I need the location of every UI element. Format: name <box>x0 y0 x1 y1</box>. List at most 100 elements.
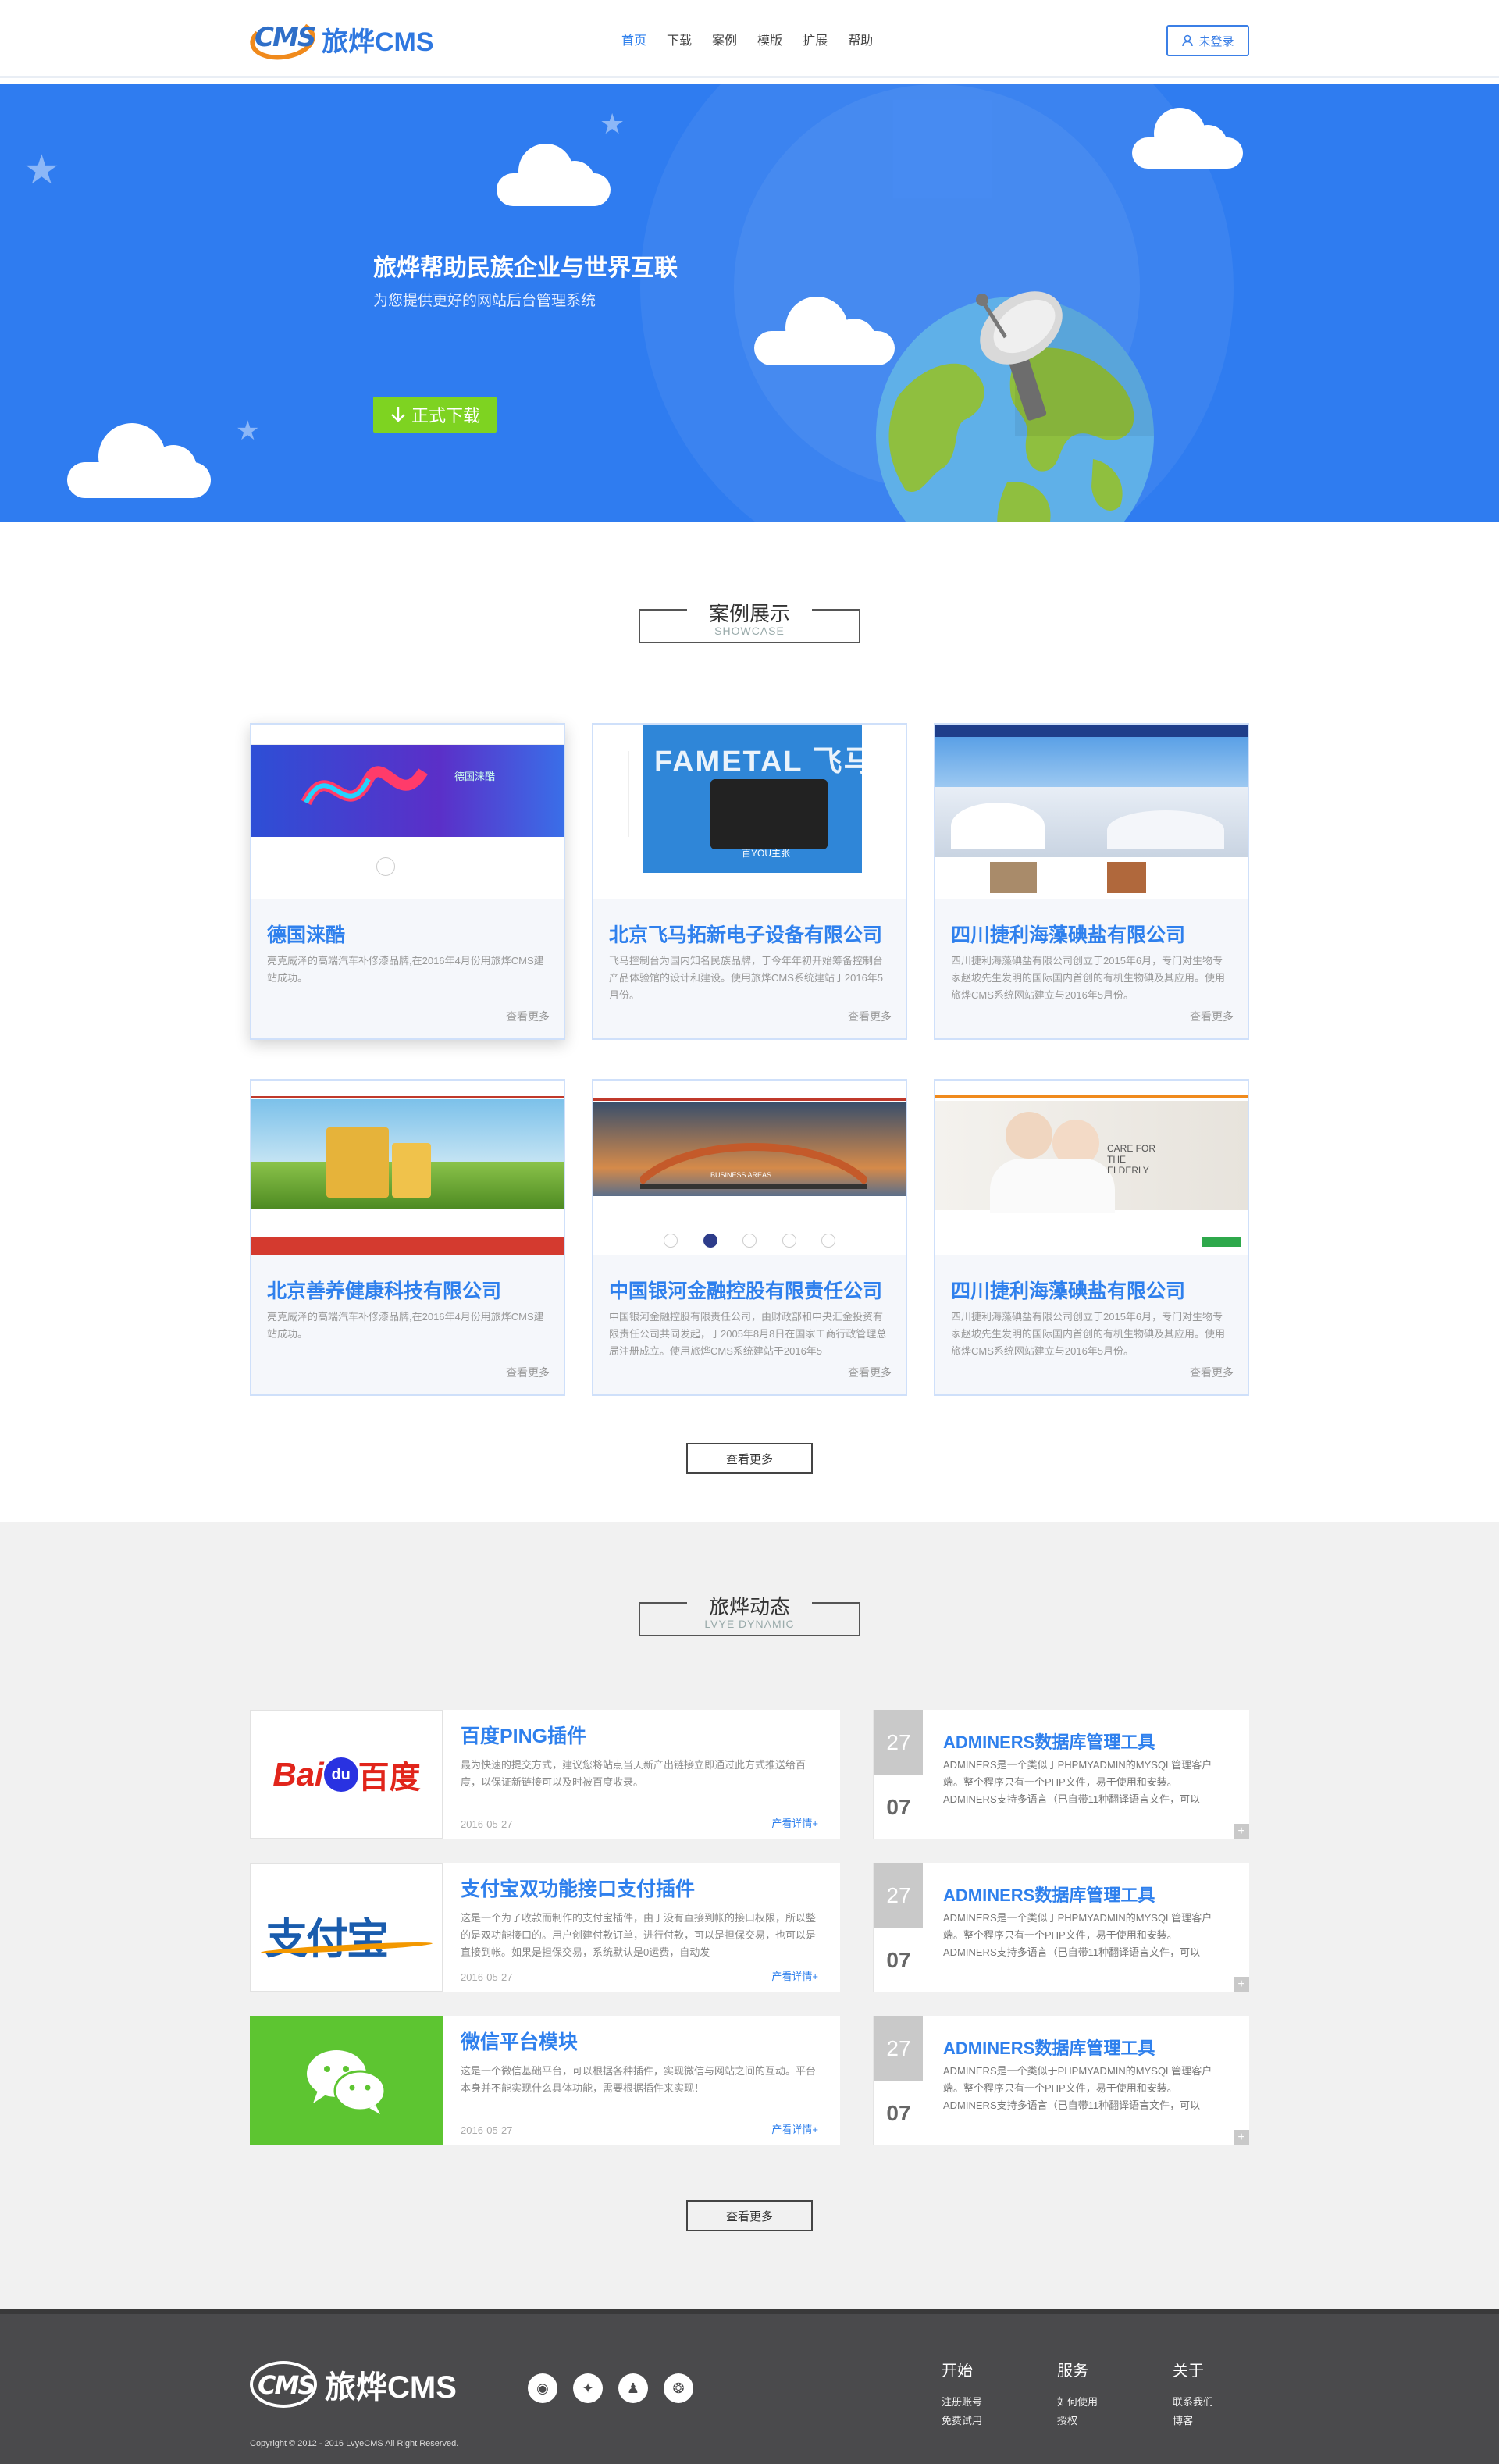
plugin-item[interactable]: 支付宝 支付宝双功能接口支付插件 这是一个为了收款而制作的支付宝插件，由于没有直… <box>250 1863 840 1992</box>
qq-icon[interactable]: ♟ <box>618 2373 648 2403</box>
footer-logo-text: 旅烨CMS <box>325 2370 457 2405</box>
showcase-more-button[interactable]: 查看更多 <box>686 1443 813 1474</box>
case-name: 中国银河金融控股有限责任公司 <box>609 1280 883 1302</box>
hero-banner: ★ ★ ★ 旅烨帮助民族企业与世界互联 为您提供更好的网站后台管理系统 正式下载 <box>0 84 1499 522</box>
site-footer: CMS 旅烨CMS ◉ ✦ ♟ ❂ 开始 注册账号 免费试用 服务 如何使用 授… <box>0 2309 1499 2464</box>
footer-link[interactable]: 授权 <box>1057 2412 1098 2430</box>
footer-col-heading: 关于 <box>1173 2363 1205 2380</box>
social-links: ◉ ✦ ♟ ❂ <box>528 2373 693 2403</box>
case-more-link[interactable]: 查看更多 <box>506 1365 550 1380</box>
news-desc: ADMINERS是一个类似于PHPMYADMIN的MYSQL管理客户端。整个程序… <box>943 2065 1212 2111</box>
dynamic-more-button[interactable]: 查看更多 <box>686 2200 813 2231</box>
cloud-icon <box>1132 105 1243 169</box>
case-screenshot: CARE FOR THE ELDERLY <box>935 1081 1248 1255</box>
nav-home[interactable]: 首页 <box>621 30 646 48</box>
case-card[interactable]: 德国涞酷 德国涞酷 亮克威泽的高端汽车补修漆品牌,在2016年4月份用旅烨CMS… <box>250 723 565 1040</box>
wechat-icon[interactable]: ✦ <box>573 2373 603 2403</box>
dynamic-section: 旅烨动态 LVYE DYNAMIC Bai du 百度 百度PING插件 最为快… <box>0 1522 1499 2309</box>
plugin-title[interactable]: 微信平台模块 <box>461 2027 820 2055</box>
news-date: 27 07 <box>874 1710 923 1839</box>
plugin-detail-link[interactable]: 产看详情+ <box>771 1968 818 1983</box>
plugin-detail-link[interactable]: 产看详情+ <box>771 1815 818 1830</box>
news-item[interactable]: 27 07 ADMINERS数据库管理工具 ADMINERS是一个类似于PHPM… <box>873 1710 1249 1839</box>
download-arrow-icon <box>391 407 405 422</box>
case-more-link[interactable]: 查看更多 <box>1190 1009 1234 1024</box>
case-desc: 亮克威泽的高端汽车补修漆品牌,在2016年4月份用旅烨CMS建站成功。 <box>267 1311 544 1340</box>
footer-col-about: 关于 联系我们 博客 <box>1173 2358 1213 2430</box>
wechat-logo <box>250 2016 443 2145</box>
footer-link[interactable]: 博客 <box>1173 2412 1213 2430</box>
news-date: 27 07 <box>874 2016 923 2145</box>
plugin-title[interactable]: 百度PING插件 <box>461 1721 820 1749</box>
nav-cases[interactable]: 案例 <box>712 30 737 48</box>
plus-icon[interactable]: + <box>1234 2130 1249 2145</box>
nav-extensions[interactable]: 扩展 <box>803 30 828 48</box>
login-button[interactable]: 未登录 <box>1166 25 1249 56</box>
site-logo[interactable]: CMS 旅烨CMS <box>247 16 434 64</box>
plus-icon[interactable]: + <box>1234 1824 1249 1839</box>
footer-col-start: 开始 注册账号 免费试用 <box>942 2358 982 2430</box>
case-desc: 亮克威泽的高端汽车补修漆品牌,在2016年4月份用旅烨CMS建站成功。 <box>267 955 544 984</box>
showcase-section: 案例展示 SHOWCASE 德国涞酷 德国涞酷 亮克威泽的高端汽车补修漆品牌,在… <box>0 522 1499 1522</box>
case-desc: 中国银河金融控股有限责任公司，由财政部和中央汇金投资有限责任公司共同发起，于20… <box>609 1311 887 1357</box>
footer-link[interactable]: 如何使用 <box>1057 2393 1098 2412</box>
nav-help[interactable]: 帮助 <box>848 30 873 48</box>
case-desc: 四川捷利海藻碘盐有限公司创立于2015年6月，专门对生物专家赵坡先生发明的国际国… <box>951 1311 1226 1357</box>
showcase-title-cn: 案例展示 <box>708 602 790 625</box>
main-nav: 首页 下载 案例 模版 扩展 帮助 <box>621 30 873 48</box>
case-card[interactable]: CARE FOR THE ELDERLY 四川捷利海藻碘盐有限公司 四川捷利海藻… <box>934 1079 1249 1396</box>
news-item[interactable]: 27 07 ADMINERS数据库管理工具 ADMINERS是一个类似于PHPM… <box>873 1863 1249 1992</box>
news-title[interactable]: ADMINERS数据库管理工具 <box>943 1729 1155 1754</box>
wechat-icon <box>307 2050 386 2114</box>
case-more-link[interactable]: 查看更多 <box>848 1009 892 1024</box>
star-icon: ★ <box>23 148 60 193</box>
news-item[interactable]: 27 07 ADMINERS数据库管理工具 ADMINERS是一个类似于PHPM… <box>873 2016 1249 2145</box>
plugin-desc: 最为快速的提交方式，建议您将站点当天新产出链接立即通过此方式推送给百度，以保证新… <box>461 1759 806 1788</box>
nav-templates[interactable]: 模版 <box>757 30 782 48</box>
footer-links: 开始 注册账号 免费试用 服务 如何使用 授权 关于 联系我们 博客 <box>942 2358 1213 2430</box>
login-label: 未登录 <box>1198 34 1234 48</box>
footer-col-heading: 开始 <box>942 2363 973 2380</box>
plugin-desc: 这是一个为了收款而制作的支付宝插件，由于没有直接到帐的接口权限，所以整的是双功能… <box>461 1912 817 1958</box>
copyright: Copyright © 2012 - 2016 LvyeCMS All Righ… <box>250 2439 459 2448</box>
news-title[interactable]: ADMINERS数据库管理工具 <box>943 1882 1155 1907</box>
case-name: 北京善养健康科技有限公司 <box>267 1280 502 1302</box>
case-card[interactable]: FAMETAL 飞马 百YOU主张 北京飞马拓新电子设备有限公司 飞马控制台为国… <box>592 723 907 1040</box>
share-icon[interactable]: ❂ <box>664 2373 693 2403</box>
footer-col-service: 服务 如何使用 授权 <box>1057 2358 1098 2430</box>
case-more-link[interactable]: 查看更多 <box>848 1365 892 1380</box>
case-screenshot: 德国涞酷 <box>251 725 564 899</box>
footer-link[interactable]: 联系我们 <box>1173 2393 1213 2412</box>
plugin-title[interactable]: 支付宝双功能接口支付插件 <box>461 1874 820 1902</box>
news-desc: ADMINERS是一个类似于PHPMYADMIN的MYSQL管理客户端。整个程序… <box>943 1759 1212 1805</box>
plugin-item[interactable]: Bai du 百度 百度PING插件 最为快速的提交方式，建议您将站点当天新产出… <box>250 1710 840 1839</box>
case-more-link[interactable]: 查看更多 <box>506 1009 550 1024</box>
footer-link[interactable]: 免费试用 <box>942 2412 982 2430</box>
dynamic-title-en: LVYE DYNAMIC <box>704 1618 795 1630</box>
footer-link[interactable]: 注册账号 <box>942 2393 982 2412</box>
download-label: 正式下载 <box>411 406 480 426</box>
cloud-icon <box>67 418 211 500</box>
weibo-icon[interactable]: ◉ <box>528 2373 557 2403</box>
star-icon: ★ <box>236 416 260 446</box>
site-header: CMS 旅烨CMS 首页 下载 案例 模版 扩展 帮助 未登录 <box>0 0 1499 78</box>
case-card[interactable]: BUSINESS AREAS 中国银河金融控股有限责任公司 中国银河金融控股有限… <box>592 1079 907 1396</box>
dynamic-title: 旅烨动态 LVYE DYNAMIC <box>639 1595 860 1636</box>
case-name: 德国涞酷 <box>267 924 346 946</box>
news-title[interactable]: ADMINERS数据库管理工具 <box>943 2035 1155 2060</box>
footer-logo[interactable]: CMS 旅烨CMS <box>250 2361 457 2408</box>
banner-subtitle: 为您提供更好的网站后台管理系统 <box>373 293 596 309</box>
case-more-link[interactable]: 查看更多 <box>1190 1365 1234 1380</box>
news-desc: ADMINERS是一个类似于PHPMYADMIN的MYSQL管理客户端。整个程序… <box>943 1912 1212 1958</box>
plugin-item[interactable]: 微信平台模块 这是一个微信基础平台，可以根据各种插件，实现微信与网站之间的互动。… <box>250 2016 840 2145</box>
case-card[interactable]: 四川捷利海藻碘盐有限公司 四川捷利海藻碘盐有限公司创立于2015年6月，专门对生… <box>934 723 1249 1040</box>
plugin-detail-link[interactable]: 产看详情+ <box>771 2121 818 2136</box>
user-icon <box>1182 34 1194 47</box>
case-name: 北京飞马拓新电子设备有限公司 <box>609 924 883 946</box>
dynamic-title-cn: 旅烨动态 <box>708 1595 790 1618</box>
plus-icon[interactable]: + <box>1234 1977 1249 1992</box>
download-button[interactable]: 正式下载 <box>373 397 497 433</box>
showcase-title: 案例展示 SHOWCASE <box>639 602 860 643</box>
nav-download[interactable]: 下载 <box>667 30 692 48</box>
case-card[interactable]: 北京善养健康科技有限公司 亮克威泽的高端汽车补修漆品牌,在2016年4月份用旅烨… <box>250 1079 565 1396</box>
